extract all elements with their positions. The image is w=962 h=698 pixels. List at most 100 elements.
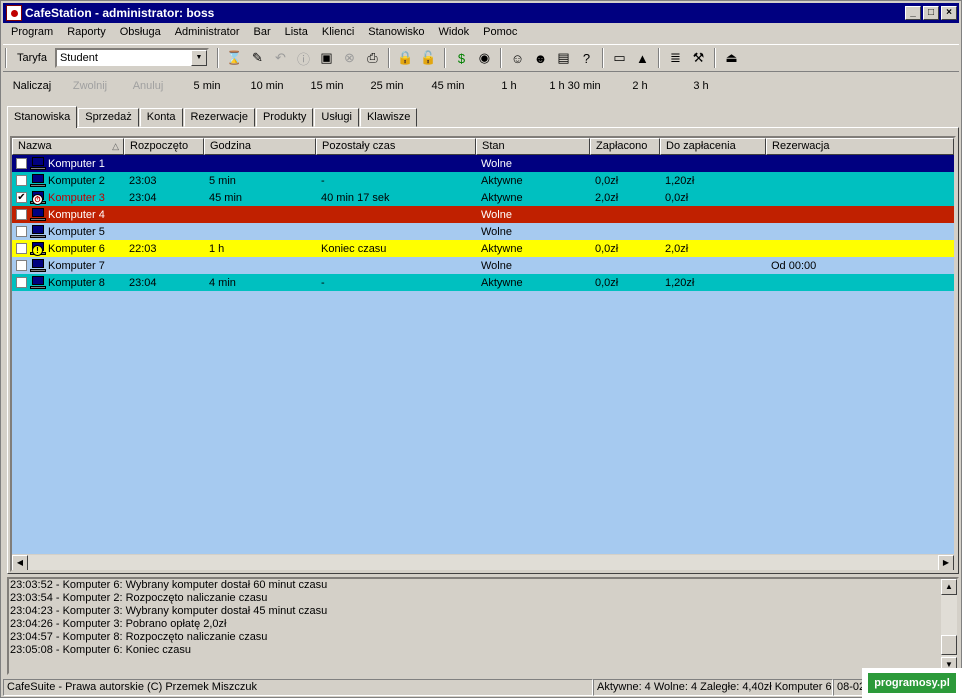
undo-icon[interactable]: ↶ bbox=[269, 47, 292, 69]
menu-raporty[interactable]: Raporty bbox=[59, 24, 112, 42]
menu-program[interactable]: Program bbox=[3, 24, 59, 42]
table-row[interactable]: Komputer 8 23:04 4 min - Aktywne 0,0zł 1,20zł bbox=[12, 274, 954, 291]
menu-pomoc[interactable]: Pomoc bbox=[475, 24, 523, 42]
toolbar: Taryfa Student ▼ ⌛ ✎ ↶ ⓘ ▣ ⊗ ⎙ 🔒 🔓 $ ◉ ☺ ☻ ▤? ▭ ▲ ≣ ⚒ ⏏ bbox=[3, 44, 959, 72]
menu-obsuga[interactable]: Obsługa bbox=[112, 24, 167, 42]
computer-icon bbox=[30, 207, 46, 222]
tab-usugi[interactable]: Usługi bbox=[314, 108, 359, 127]
scroll-up-button[interactable]: ▲ bbox=[941, 579, 957, 595]
monitor-icon[interactable]: ▭ bbox=[608, 47, 631, 69]
unlock-icon[interactable]: 🔓 bbox=[417, 47, 440, 69]
image-icon[interactable]: ▣ bbox=[315, 47, 338, 69]
time-bar: Naliczaj Zwolnij Anuluj 5 min 10 min 15 min 25… bbox=[3, 73, 959, 99]
tariff-label: Taryfa bbox=[17, 52, 47, 64]
minimize-button[interactable]: _ bbox=[905, 6, 921, 20]
computer-icon bbox=[30, 258, 46, 273]
time-button-11[interactable]: 3 h bbox=[669, 80, 733, 92]
scroll-right-button[interactable]: ▶ bbox=[938, 555, 954, 570]
table-row[interactable]: Komputer 4 Wolne bbox=[12, 206, 954, 223]
tools-icon[interactable]: ⚒ bbox=[687, 47, 710, 69]
log-line: 23:03:52 - Komputer 6: Wybrany komputer … bbox=[10, 579, 328, 591]
title-bar: CafeStation - administrator: boss _ □ × bbox=[3, 3, 959, 23]
scroll-thumb[interactable] bbox=[941, 635, 957, 655]
tab-sprzeda[interactable]: Sprzedaż bbox=[78, 108, 139, 127]
menu-lista[interactable]: Lista bbox=[277, 24, 314, 42]
menu-widok[interactable]: Widok bbox=[431, 24, 476, 42]
column-header-4[interactable]: Stan bbox=[476, 138, 590, 155]
column-header-2[interactable]: Godzina bbox=[204, 138, 316, 155]
print-icon[interactable]: ⎙ bbox=[361, 47, 384, 69]
scroll-left-button[interactable]: ◀ bbox=[12, 555, 28, 570]
column-header-3[interactable]: Pozostały czas bbox=[316, 138, 476, 155]
hourglass-icon[interactable]: ⌛ bbox=[223, 47, 246, 69]
time-button-6[interactable]: 25 min bbox=[357, 80, 417, 92]
tab-rezerwacje[interactable]: Rezerwacje bbox=[183, 108, 255, 127]
table-row[interactable]: Komputer 5 Wolne bbox=[12, 223, 954, 240]
row-checkbox[interactable] bbox=[16, 260, 27, 271]
lock-icon[interactable]: 🔒 bbox=[394, 47, 417, 69]
close-button[interactable]: × bbox=[941, 6, 957, 20]
time-button-5[interactable]: 15 min bbox=[297, 80, 357, 92]
vertical-scrollbar[interactable]: ▲ ▼ bbox=[941, 579, 957, 673]
exit-icon[interactable]: ⏏ bbox=[720, 47, 743, 69]
time-button-8[interactable]: 1 h bbox=[479, 80, 539, 92]
column-header-5[interactable]: Zapłacono bbox=[590, 138, 660, 155]
app-icon[interactable] bbox=[6, 5, 22, 21]
table-row[interactable]: Komputer 1 Wolne bbox=[12, 155, 954, 172]
row-checkbox[interactable] bbox=[16, 209, 27, 220]
column-header-6[interactable]: Do zapłacenia bbox=[660, 138, 766, 155]
time-button-10[interactable]: 2 h bbox=[611, 80, 669, 92]
tab-stanowiska[interactable]: Stanowiska bbox=[7, 106, 78, 128]
row-checkbox[interactable] bbox=[16, 277, 27, 288]
table-row[interactable]: ! Komputer 6 22:03 1 h Koniec czasu Aktywne 0,… bbox=[12, 240, 954, 257]
computer-name: Komputer 6 bbox=[48, 242, 105, 255]
start-cell: 23:03 bbox=[129, 174, 157, 187]
menu-klienci[interactable]: Klienci bbox=[314, 24, 360, 42]
info-icon[interactable]: ⓘ bbox=[292, 47, 315, 69]
time-button-1[interactable]: Zwolnij bbox=[61, 80, 119, 92]
user-help-icon[interactable]: ? bbox=[575, 47, 598, 69]
column-header-0[interactable]: Nazwa △ bbox=[12, 138, 124, 155]
chart-icon[interactable]: ▲ bbox=[631, 47, 654, 69]
users-icon[interactable]: ☻ bbox=[529, 47, 552, 69]
tab-produkty[interactable]: Produkty bbox=[255, 108, 314, 127]
state-cell: Aktywne bbox=[481, 191, 523, 204]
maximize-button[interactable]: □ bbox=[923, 6, 939, 20]
table-row[interactable]: Komputer 2 23:03 5 min - Aktywne 0,0zł 1,20zł bbox=[12, 172, 954, 189]
row-checkbox[interactable] bbox=[16, 243, 27, 254]
time-button-0[interactable]: Naliczaj bbox=[3, 80, 61, 92]
user-icon[interactable]: ☺ bbox=[506, 47, 529, 69]
dollar-icon[interactable]: $ bbox=[450, 47, 473, 69]
table-row[interactable]: Komputer 7 Wolne Od 00:00 bbox=[12, 257, 954, 274]
row-checkbox[interactable] bbox=[16, 158, 27, 169]
column-header-7[interactable]: Rezerwacja bbox=[766, 138, 954, 155]
notes-icon[interactable]: ≣ bbox=[664, 47, 687, 69]
chevron-down-icon[interactable]: ▼ bbox=[190, 50, 207, 66]
menu-stanowisko[interactable]: Stanowisko bbox=[360, 24, 430, 42]
coin-icon[interactable]: ◉ bbox=[473, 47, 496, 69]
name-cell: Komputer 1 bbox=[12, 156, 124, 171]
time-button-2[interactable]: Anuluj bbox=[119, 80, 177, 92]
menu-administrator[interactable]: Administrator bbox=[167, 24, 246, 42]
user-card-icon[interactable]: ▤ bbox=[552, 47, 575, 69]
time-button-7[interactable]: 45 min bbox=[417, 80, 479, 92]
row-checkbox[interactable]: ✔ bbox=[16, 192, 27, 203]
time-button-9[interactable]: 1 h 30 min bbox=[539, 80, 611, 92]
column-header-label: Nazwa bbox=[18, 140, 52, 152]
row-checkbox[interactable] bbox=[16, 226, 27, 237]
horizontal-scrollbar[interactable]: ◀ ▶ bbox=[12, 554, 954, 570]
tab-klawisze[interactable]: Klawisze bbox=[359, 108, 418, 127]
time-button-4[interactable]: 10 min bbox=[237, 80, 297, 92]
due-cell: 1,20zł bbox=[665, 276, 695, 289]
table-row[interactable]: ✔ ⏱ Komputer 3 23:04 45 min 40 min 17 sek Akty… bbox=[12, 189, 954, 206]
edit-session-icon[interactable]: ✎ bbox=[246, 47, 269, 69]
stop-icon[interactable]: ⊗ bbox=[338, 47, 361, 69]
time-button-3[interactable]: 5 min bbox=[177, 80, 237, 92]
column-header-1[interactable]: Rozpoczęto bbox=[124, 138, 204, 155]
column-header-label: Do zapłacenia bbox=[666, 140, 736, 152]
computer-icon bbox=[30, 275, 46, 290]
row-checkbox[interactable] bbox=[16, 175, 27, 186]
menu-bar[interactable]: Bar bbox=[246, 24, 277, 42]
tab-konta[interactable]: Konta bbox=[139, 108, 183, 127]
tariff-select[interactable]: Student ▼ bbox=[54, 48, 209, 68]
